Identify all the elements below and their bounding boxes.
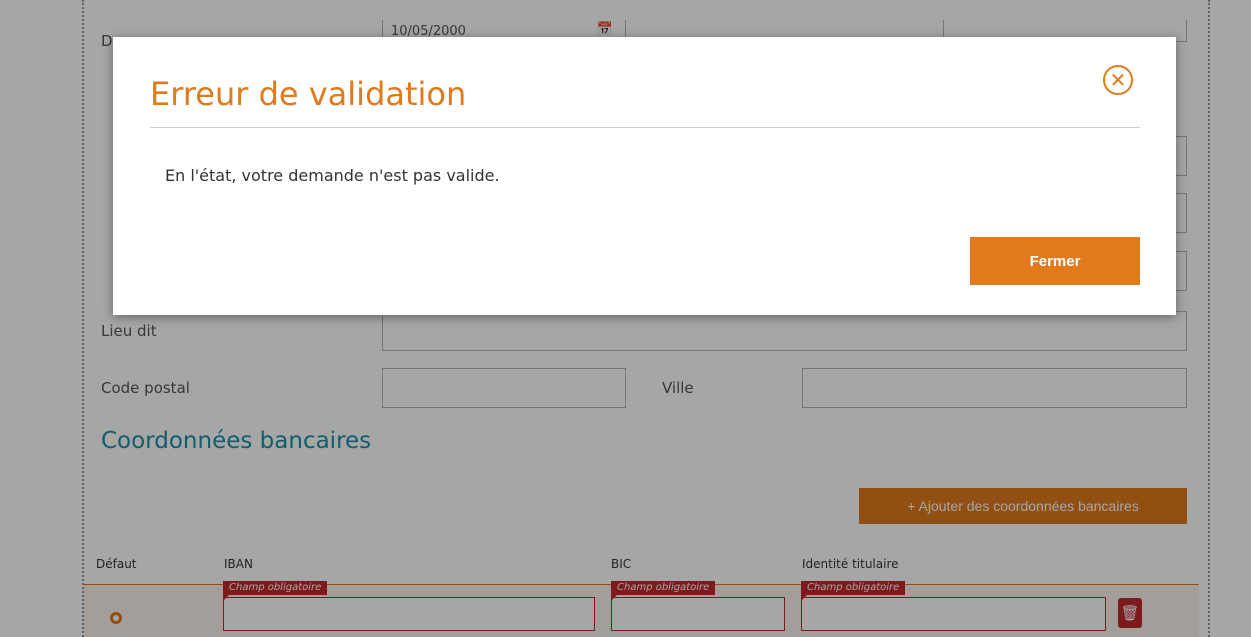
dialog-message: En l'état, votre demande n'est pas valid… <box>165 166 500 185</box>
validation-error-dialog: Erreur de validation ✕ En l'état, votre … <box>113 37 1176 315</box>
dialog-title: Erreur de validation <box>150 75 467 113</box>
close-button[interactable]: Fermer <box>970 237 1140 285</box>
dialog-divider <box>150 127 1140 128</box>
close-icon[interactable]: ✕ <box>1103 65 1133 95</box>
